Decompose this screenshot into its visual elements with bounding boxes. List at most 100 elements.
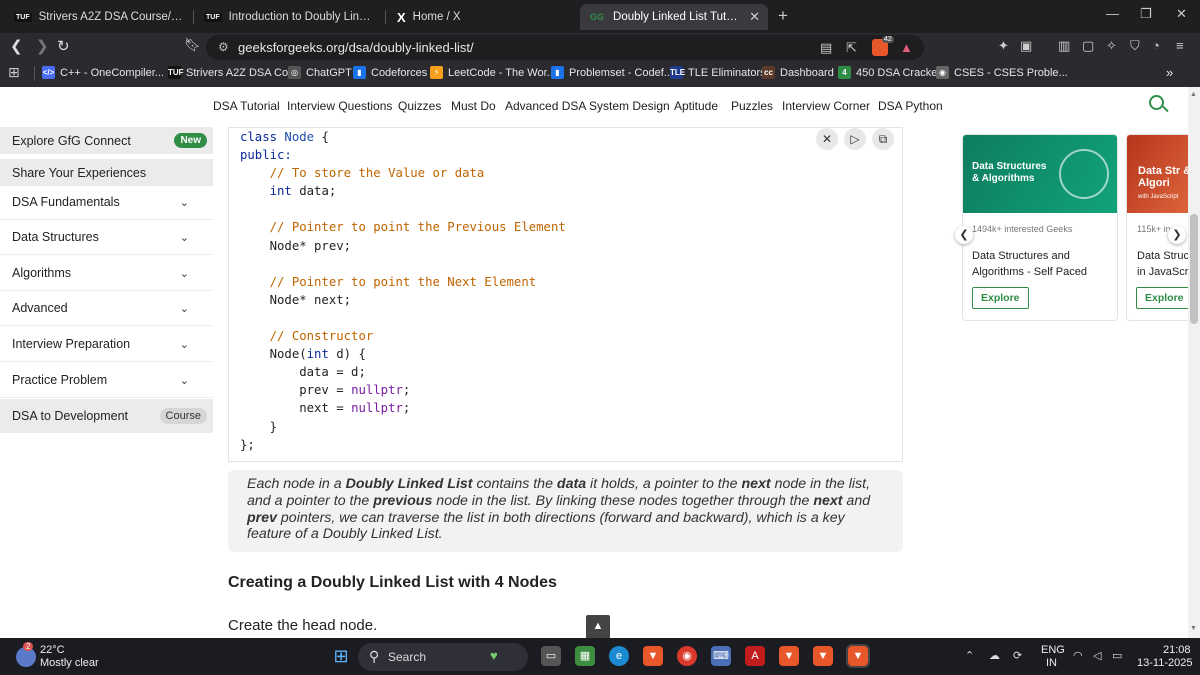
- search-icon[interactable]: [1149, 95, 1164, 110]
- sidebar-item[interactable]: Explore GfG Connect New: [0, 127, 213, 154]
- sidebar-item[interactable]: Data Structures ⌄: [0, 220, 213, 255]
- explore-button[interactable]: Explore: [972, 287, 1029, 309]
- sidebar-item[interactable]: Algorithms ⌄: [0, 256, 213, 291]
- bookmark-item[interactable]: </> C++ - OneCompiler...: [42, 66, 164, 79]
- tray-sync-icon[interactable]: ⟳: [1013, 649, 1022, 662]
- page-scrollbar[interactable]: ▲ ▼: [1188, 87, 1200, 638]
- close-window-button[interactable]: ✕: [1176, 6, 1187, 22]
- minimize-button[interactable]: —: [1106, 6, 1119, 21]
- brave-rewards-icon[interactable]: ▲: [900, 40, 913, 55]
- translate-icon[interactable]: ▣: [1020, 38, 1032, 54]
- scroll-down-arrow-icon[interactable]: ▼: [1190, 625, 1197, 632]
- bookmark-item[interactable]: TUF Strivers A2Z DSA Co...: [168, 66, 297, 79]
- carousel-next-icon[interactable]: ❯: [1168, 226, 1186, 244]
- bookmark-item[interactable]: ▮ Problemset - Codef...: [551, 66, 673, 79]
- clock-date[interactable]: 13-11-2025: [1137, 657, 1192, 669]
- menu-icon[interactable]: ≡: [1176, 38, 1184, 53]
- weather-text[interactable]: Mostly clear: [40, 657, 99, 669]
- restore-button[interactable]: ❐: [1140, 6, 1152, 22]
- site-info-icon[interactable]: ⚙︎: [218, 40, 229, 54]
- wifi-icon[interactable]: ◠: [1073, 649, 1083, 662]
- bookmark-item[interactable]: ◉ CSES - CSES Proble...: [936, 66, 1068, 79]
- copy-code-button[interactable]: ⧉: [872, 128, 894, 150]
- sidebar-item[interactable]: DSA Fundamentals ⌄: [0, 185, 213, 220]
- url-text[interactable]: geeksforgeeks.org/dsa/doubly-linked-list…: [238, 40, 474, 55]
- weather-temp[interactable]: 22°C: [40, 644, 65, 656]
- vpn-icon[interactable]: ⛉: [1130, 38, 1140, 54]
- nav-item[interactable]: Interview Questions: [287, 99, 392, 113]
- nav-item[interactable]: Interview Corner: [782, 99, 870, 113]
- brave-active-icon[interactable]: ▼: [846, 644, 870, 668]
- explore-button[interactable]: Explore: [1136, 287, 1193, 309]
- windows-start-icon[interactable]: ⊞: [331, 646, 351, 666]
- course-card[interactable]: Data Structures & Algorithms 1494k+ inte…: [962, 134, 1118, 321]
- tray-overflow-icon[interactable]: ⌃: [965, 649, 974, 662]
- bookmark-item[interactable]: ▮ Codeforces: [353, 66, 427, 79]
- code-token: int: [269, 184, 292, 199]
- sidebar-toggle-icon[interactable]: ▥: [1058, 38, 1070, 54]
- bookmark-item[interactable]: 4 450 DSA Cracker: [838, 66, 941, 79]
- store-icon[interactable]: ▦: [575, 646, 595, 666]
- bookmark-item[interactable]: ⚡ LeetCode - The Wor...: [430, 66, 556, 79]
- apps-grid-icon[interactable]: ⊞: [8, 64, 20, 81]
- nav-item[interactable]: Puzzles: [731, 99, 773, 113]
- new-tab-button[interactable]: +: [778, 6, 788, 26]
- task-view-icon[interactable]: ▭: [541, 646, 561, 666]
- nav-item[interactable]: Must Do: [451, 99, 496, 113]
- brave-nightly-icon[interactable]: ▼: [813, 646, 833, 666]
- scroll-up-arrow-icon[interactable]: ▲: [1190, 91, 1197, 98]
- volume-icon[interactable]: ◁: [1093, 649, 1101, 662]
- tab-gfg-dll[interactable]: GG Doubly Linked List Tutorial - Gee ✕: [580, 4, 768, 30]
- bookmark-item[interactable]: ◎ ChatGPT: [288, 66, 352, 79]
- bookmark-icon[interactable]: 🔖︎: [184, 37, 201, 53]
- edge-icon[interactable]: e: [609, 646, 629, 666]
- sidebar-item[interactable]: Interview Preparation ⌄: [0, 327, 213, 362]
- close-code-button[interactable]: ✕: [816, 128, 838, 150]
- more-bookmarks-icon[interactable]: »: [1166, 65, 1173, 80]
- leo-ai-icon[interactable]: ✧: [1106, 38, 1117, 54]
- nav-item[interactable]: Aptitude: [674, 99, 718, 113]
- tab-intro-dll[interactable]: TUF Introduction to Doubly Linked List - …: [196, 4, 382, 30]
- clock-time[interactable]: 21:08: [1163, 644, 1191, 656]
- battery-icon[interactable]: ▭: [1112, 649, 1122, 662]
- sidebar-item[interactable]: Practice Problem ⌄: [0, 363, 213, 398]
- tray-app-icon[interactable]: ☁: [989, 649, 1000, 662]
- nav-item[interactable]: DSA Tutorial: [213, 99, 280, 113]
- nav-item[interactable]: System Design: [589, 99, 670, 113]
- tab-x-home[interactable]: X Home / X: [389, 4, 575, 30]
- brave-beta-icon[interactable]: ▼: [779, 646, 799, 666]
- region-code[interactable]: IN: [1046, 657, 1057, 669]
- forward-icon[interactable]: ❯: [36, 37, 49, 55]
- close-tab-icon[interactable]: ✕: [749, 9, 760, 25]
- chrome-icon[interactable]: ◉: [677, 646, 697, 666]
- sidebar-item[interactable]: Advanced ⌄: [0, 291, 213, 326]
- nav-item[interactable]: Quizzes: [398, 99, 441, 113]
- keyboard-app-icon[interactable]: ⌨: [711, 646, 731, 666]
- profile-icon[interactable]: ◔: [1152, 38, 1160, 53]
- scroll-to-top-button[interactable]: ▲: [586, 615, 610, 638]
- back-icon[interactable]: ❮: [10, 37, 23, 55]
- course-card[interactable]: Data Str & Algori with JavaScript 115k+ i…: [1126, 134, 1196, 321]
- sidebar-item[interactable]: Share Your Experiences: [0, 159, 213, 186]
- tab-strivers[interactable]: TUF Strivers A2Z DSA Course/Sheet - Crac: [6, 4, 192, 30]
- bookmark-item[interactable]: TLE TLE Eliminators: [670, 66, 766, 79]
- reader-mode-icon[interactable]: ▤: [820, 40, 832, 56]
- url-field[interactable]: ⚙︎ geeksforgeeks.org/dsa/doubly-linked-l…: [206, 35, 924, 60]
- carousel-prev-icon[interactable]: ❮: [955, 226, 973, 244]
- taskbar-search[interactable]: ⚲ Search ♥: [358, 643, 528, 671]
- code-line: Node(int d) {: [240, 347, 566, 365]
- brave-icon[interactable]: ▼: [643, 646, 663, 666]
- extensions-icon[interactable]: ✦: [998, 38, 1009, 54]
- nav-item[interactable]: DSA Python: [878, 99, 943, 113]
- sidebar-item[interactable]: DSA to Development Course: [0, 399, 213, 433]
- bookmark-item[interactable]: cc Dashboard: [762, 66, 834, 79]
- tab-divider: [193, 10, 194, 24]
- share-icon[interactable]: ⇱: [846, 40, 857, 56]
- reload-icon[interactable]: ↻: [57, 37, 70, 55]
- nav-item[interactable]: Advanced DSA: [505, 99, 586, 113]
- wallet-icon[interactable]: ▢: [1082, 38, 1094, 54]
- scrollbar-thumb[interactable]: [1190, 214, 1198, 324]
- language-code[interactable]: ENG: [1041, 644, 1065, 656]
- pdf-reader-icon[interactable]: A: [745, 646, 765, 666]
- run-code-button[interactable]: ▷: [844, 128, 866, 150]
